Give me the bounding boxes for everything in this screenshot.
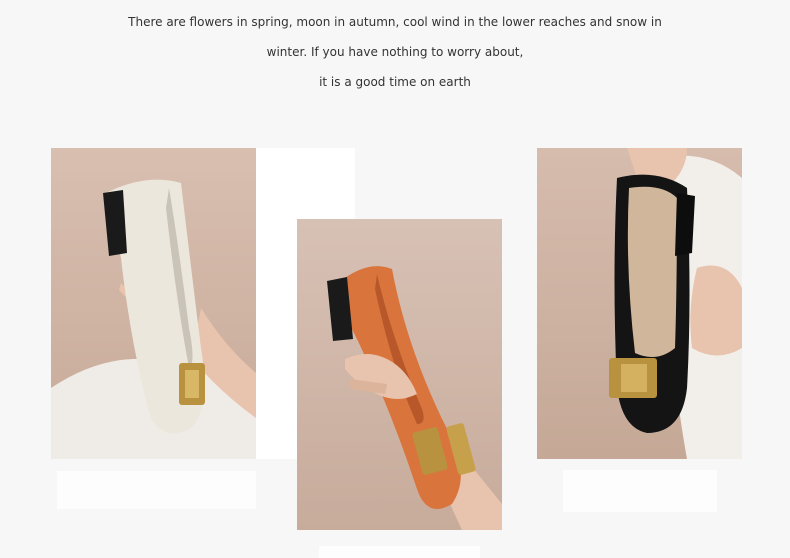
product-photo-orange-loafer[interactable] [297,219,502,530]
intro-line-2: winter. If you have nothing to worry abo… [266,45,524,59]
black-loafer-image [609,148,742,459]
orange-loafer-image [327,266,502,530]
caption-placeholder-2 [319,546,480,558]
product-photo-black-loafer[interactable] [537,148,742,459]
caption-placeholder-1 [57,471,256,509]
caption-placeholder-3 [563,470,717,512]
intro-line-1: There are flowers in spring, moon in aut… [128,15,662,29]
white-loafer-image [51,179,256,459]
product-photo-white-loafer[interactable] [51,148,256,459]
intro-line-3: it is a good time on earth [319,75,471,89]
